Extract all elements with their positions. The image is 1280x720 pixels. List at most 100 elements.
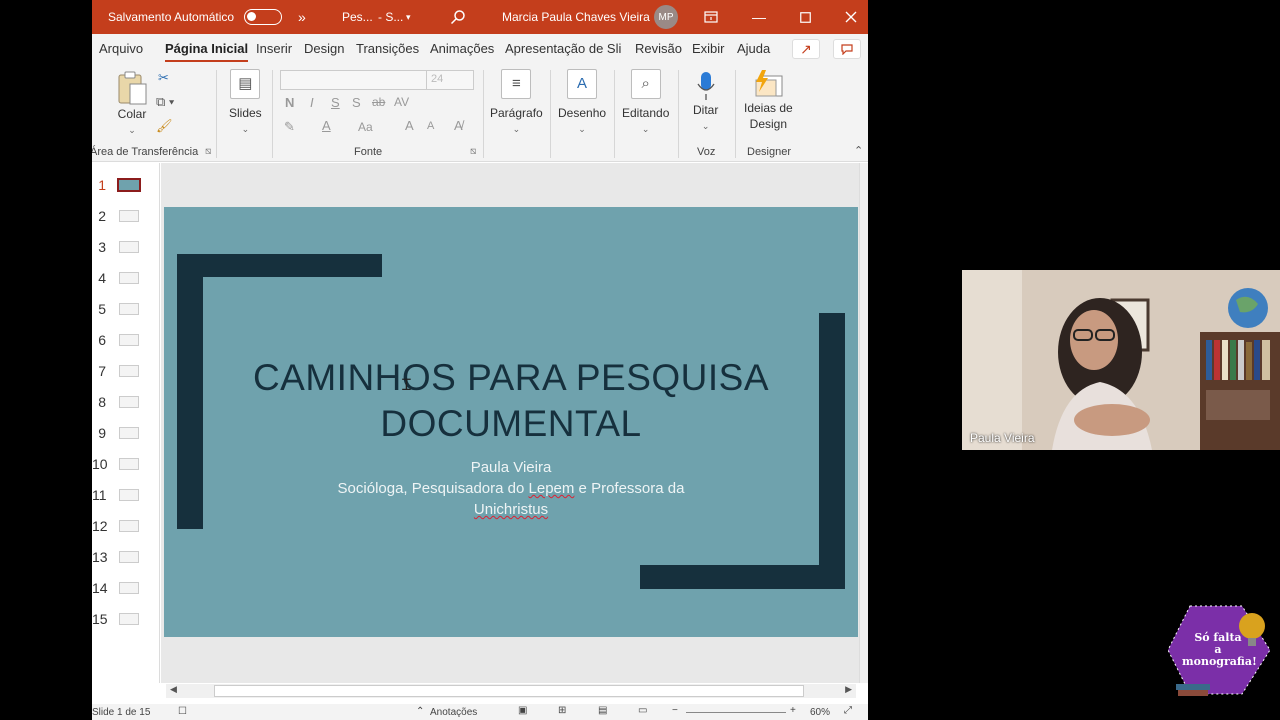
vertical-scrollbar[interactable] — [859, 163, 868, 683]
highlight-icon[interactable]: ✎ — [284, 119, 295, 135]
slide-thumbnail[interactable]: 10 — [92, 456, 160, 476]
slide-thumbnail[interactable]: 15 — [92, 611, 160, 631]
scrollbar-thumb[interactable] — [214, 685, 804, 697]
file-dropdown-icon[interactable]: ▾ — [406, 0, 411, 34]
reading-view-icon[interactable]: ▤ — [598, 705, 607, 716]
tab-revisao[interactable]: Revisão — [635, 41, 682, 56]
grow-font-button[interactable]: A — [405, 118, 414, 133]
autosave-toggle[interactable] — [244, 0, 282, 34]
tab-apresentacao[interactable]: Apresentação de Sli — [505, 41, 627, 56]
fit-to-window-icon[interactable]: ⤢ — [844, 705, 852, 716]
change-case-button[interactable]: Aa — [358, 120, 373, 134]
zoom-slider[interactable] — [686, 712, 786, 713]
close-icon[interactable] — [828, 0, 868, 34]
cut-icon[interactable]: ✂ — [158, 70, 169, 86]
maximize-icon[interactable] — [782, 0, 828, 34]
design-ideas-icon — [755, 70, 783, 97]
slide-thumbnail[interactable]: 14 — [92, 580, 160, 600]
notes-button[interactable]: Anotações — [430, 707, 477, 718]
editing-button[interactable]: ⌕ Editando ⌄ — [622, 69, 669, 137]
italic-button[interactable]: I — [310, 95, 314, 110]
comments-icon[interactable] — [833, 39, 861, 59]
file-name[interactable]: Pes... — [342, 0, 373, 34]
paragraph-button[interactable]: ≡ Parágrafo ⌄ — [490, 69, 543, 137]
avatar: MP — [654, 5, 678, 29]
share-icon[interactable]: ↗ — [792, 39, 820, 59]
slide-thumbnail[interactable]: 6 — [92, 332, 160, 352]
decorative-bracket — [177, 254, 203, 529]
slide-editing-area[interactable]: CAMINHOS PARA PESQUISA DOCUMENTAL Paula … — [161, 163, 868, 698]
slide-preview — [119, 582, 139, 594]
zoom-in-icon[interactable]: + — [790, 705, 796, 716]
dialog-launcher-icon[interactable]: ⧅ — [205, 146, 211, 157]
notes-icon[interactable]: ⌃ — [416, 706, 424, 717]
slide-thumbnail[interactable]: 8 — [92, 394, 160, 414]
format-painter-icon[interactable]: 🖌 — [156, 118, 173, 134]
character-spacing-button[interactable]: AV — [394, 95, 409, 109]
slides-button[interactable]: ▤ Slides ⌄ — [229, 69, 262, 137]
slide-title[interactable]: CAMINHOS PARA PESQUISA DOCUMENTAL — [224, 355, 798, 447]
tab-transicoes[interactable]: Transições — [356, 41, 419, 56]
strikethrough-button[interactable]: ab — [372, 95, 385, 109]
tab-ajuda[interactable]: Ajuda — [737, 41, 770, 56]
paste-button[interactable]: Colar ⌄ — [116, 70, 148, 138]
dialog-launcher-icon[interactable]: ⧅ — [470, 146, 476, 157]
slideshow-icon[interactable]: ▭ — [638, 705, 647, 716]
tab-pagina-inicial[interactable]: Página Inicial — [165, 41, 249, 62]
overflow-chevron-icon[interactable]: » — [298, 0, 306, 34]
microphone-icon — [697, 72, 715, 100]
powerpoint-window: Salvamento Automático » Pes... - S... ▾ … — [92, 0, 868, 720]
ribbon-display-options-icon[interactable] — [704, 0, 718, 34]
slide-thumbnail[interactable]: 3 — [92, 239, 160, 259]
slide-thumbnail[interactable]: 4 — [92, 270, 160, 290]
designer-group-label: Designer — [747, 146, 792, 158]
account-avatar[interactable]: MP — [654, 0, 678, 34]
file-location[interactable]: - S... — [378, 0, 403, 34]
tab-arquivo[interactable]: Arquivo — [99, 41, 143, 56]
slide-preview — [119, 489, 139, 501]
clear-formatting-icon[interactable]: A̸ — [454, 118, 463, 133]
zoom-level[interactable]: 60% — [810, 707, 830, 718]
slide-sorter-icon[interactable]: ⊞ — [558, 705, 566, 716]
normal-view-icon[interactable]: ▣ — [518, 705, 527, 716]
slide-thumbnail[interactable]: 1 — [92, 177, 160, 197]
font-color-button[interactable]: A — [322, 118, 331, 133]
search-icon[interactable] — [450, 0, 466, 34]
slide-thumbnail[interactable]: 13 — [92, 549, 160, 569]
slide-thumbnail[interactable]: 12 — [92, 518, 160, 538]
horizontal-scrollbar[interactable]: ◀ ▶ — [166, 684, 856, 698]
collapse-ribbon-icon[interactable]: ⌃ — [854, 144, 863, 157]
shrink-font-button[interactable]: A — [427, 120, 434, 132]
paragraph-label: Parágrafo — [490, 106, 543, 120]
accessibility-icon[interactable]: ☐ — [178, 706, 187, 717]
drawing-button[interactable]: A Desenho ⌄ — [558, 69, 606, 137]
tab-design[interactable]: Design — [304, 41, 344, 56]
shadow-button[interactable]: S — [352, 95, 361, 110]
slide-subtitle[interactable]: Paula Vieira Socióloga, Pesquisadora do … — [284, 457, 738, 520]
decorative-bracket — [819, 313, 845, 589]
dictate-button[interactable]: Ditar ⌄ — [693, 70, 718, 134]
tab-inserir[interactable]: Inserir — [256, 41, 292, 56]
tab-exibir[interactable]: Exibir — [692, 41, 725, 56]
font-size-field[interactable]: 24 — [426, 70, 474, 90]
bold-button[interactable]: N — [285, 95, 294, 110]
current-slide[interactable]: CAMINHOS PARA PESQUISA DOCUMENTAL Paula … — [164, 207, 858, 637]
scroll-left-icon[interactable]: ◀ — [170, 684, 177, 695]
tab-animacoes[interactable]: Animações — [430, 41, 494, 56]
slide-thumbnail[interactable]: 2 — [92, 208, 160, 228]
slide-thumbnail[interactable]: 5 — [92, 301, 160, 321]
slide-thumbnail[interactable]: 7 — [92, 363, 160, 383]
copy-icon[interactable]: ⧉ ▾ — [156, 94, 174, 110]
slide-thumbnail[interactable]: 9 — [92, 425, 160, 445]
font-name-field[interactable] — [280, 70, 428, 90]
minimize-icon[interactable]: — — [736, 0, 782, 34]
design-ideas-button[interactable]: Ideias de Design — [744, 70, 793, 132]
webcam-image — [962, 270, 1280, 450]
slides-label: Slides — [229, 106, 262, 120]
slide-thumbnail[interactable]: 11 — [92, 487, 160, 507]
slide-number: 2 — [98, 208, 106, 224]
scroll-right-icon[interactable]: ▶ — [845, 684, 852, 695]
account-name[interactable]: Marcia Paula Chaves Vieira — [502, 0, 650, 34]
underline-button[interactable]: S — [331, 95, 340, 110]
zoom-out-icon[interactable]: − — [672, 705, 678, 716]
